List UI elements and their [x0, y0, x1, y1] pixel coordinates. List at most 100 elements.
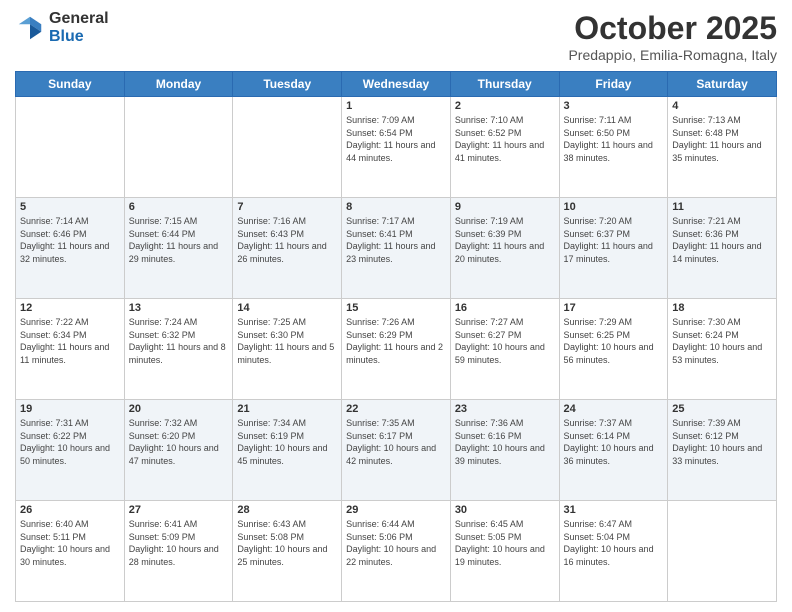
day-info: Sunrise: 6:43 AM Sunset: 5:08 PM Dayligh… — [237, 518, 337, 568]
calendar-cell: 20Sunrise: 7:32 AM Sunset: 6:20 PM Dayli… — [124, 400, 233, 501]
day-info: Sunrise: 7:09 AM Sunset: 6:54 PM Dayligh… — [346, 114, 446, 164]
day-of-week-header: Wednesday — [342, 72, 451, 97]
calendar-cell: 10 Sunrise: 7:20 AM Sunset: 6:37 PM Dayli… — [559, 198, 668, 299]
day-number: 11 — [672, 201, 772, 213]
day-number: 2 — [455, 100, 555, 112]
day-info: Sunrise: 7:10 AM Sunset: 6:52 PM Dayligh… — [455, 114, 555, 164]
day-info: Sunrise: 7:36 AM Sunset: 6:16 PM Dayligh… — [455, 417, 555, 467]
day-number: 21 — [237, 403, 337, 415]
day-number: 16 — [455, 302, 555, 314]
day-number: 7 — [237, 201, 337, 213]
day-info: Sunrise: 7:24 AM Sunset: 6:32 PM Dayligh… — [129, 316, 229, 366]
calendar-cell — [668, 501, 777, 602]
month-title: October 2025 — [568, 10, 777, 47]
day-number: 13 — [129, 302, 229, 314]
location-title: Predappio, Emilia-Romagna, Italy — [568, 47, 777, 63]
day-number: 27 — [129, 504, 229, 516]
day-info: Sunrise: 6:47 AM Sunset: 5:04 PM Dayligh… — [564, 518, 664, 568]
day-info: Sunrise: 6:45 AM Sunset: 5:05 PM Dayligh… — [455, 518, 555, 568]
day-info: Sunrise: 7:30 AM Sunset: 6:24 PM Dayligh… — [672, 316, 772, 366]
day-info: Sunrise: 6:40 AM Sunset: 5:11 PM Dayligh… — [20, 518, 120, 568]
calendar-table: SundayMondayTuesdayWednesdayThursdayFrid… — [15, 71, 777, 602]
day-number: 5 — [20, 201, 120, 213]
day-number: 9 — [455, 201, 555, 213]
calendar-cell — [233, 97, 342, 198]
day-number: 12 — [20, 302, 120, 314]
calendar-cell: 26 Sunrise: 6:40 AM Sunset: 5:11 PM Dayli… — [16, 501, 125, 602]
day-info: Sunrise: 7:27 AM Sunset: 6:27 PM Dayligh… — [455, 316, 555, 366]
calendar-cell: 3Sunrise: 7:11 AM Sunset: 6:50 PM Daylig… — [559, 97, 668, 198]
calendar-week-row: 12 Sunrise: 7:22 AM Sunset: 6:34 PM Dayli… — [16, 299, 777, 400]
day-number: 6 — [129, 201, 229, 213]
calendar-cell: 30 Sunrise: 6:45 AM Sunset: 5:05 PM Dayli… — [450, 501, 559, 602]
day-info: Sunrise: 6:41 AM Sunset: 5:09 PM Dayligh… — [129, 518, 229, 568]
day-number: 29 — [346, 504, 446, 516]
day-info: Sunrise: 7:21 AM Sunset: 6:36 PM Dayligh… — [672, 215, 772, 265]
day-info: Sunrise: 7:13 AM Sunset: 6:48 PM Dayligh… — [672, 114, 772, 164]
calendar-week-row: 1 Sunrise: 7:09 AM Sunset: 6:54 PM Daylig… — [16, 97, 777, 198]
day-number: 15 — [346, 302, 446, 314]
day-number: 24 — [564, 403, 664, 415]
day-info: Sunrise: 7:16 AM Sunset: 6:43 PM Dayligh… — [237, 215, 337, 265]
day-number: 14 — [237, 302, 337, 314]
day-info: Sunrise: 7:37 AM Sunset: 6:14 PM Dayligh… — [564, 417, 664, 467]
day-info: Sunrise: 7:14 AM Sunset: 6:46 PM Dayligh… — [20, 215, 120, 265]
calendar-cell: 27 Sunrise: 6:41 AM Sunset: 5:09 PM Dayli… — [124, 501, 233, 602]
day-number: 19 — [20, 403, 120, 415]
day-info: Sunrise: 7:34 AM Sunset: 6:19 PM Dayligh… — [237, 417, 337, 467]
calendar-cell: 13 Sunrise: 7:24 AM Sunset: 6:32 PM Dayli… — [124, 299, 233, 400]
day-number: 28 — [237, 504, 337, 516]
calendar-cell: 4 Sunrise: 7:13 AM Sunset: 6:48 PM Daylig… — [668, 97, 777, 198]
logo-general-text: General — [49, 10, 109, 28]
day-number: 31 — [564, 504, 664, 516]
calendar-cell: 17Sunrise: 7:29 AM Sunset: 6:25 PM Dayli… — [559, 299, 668, 400]
day-info: Sunrise: 7:22 AM Sunset: 6:34 PM Dayligh… — [20, 316, 120, 366]
calendar-cell: 8 Sunrise: 7:17 AM Sunset: 6:41 PM Daylig… — [342, 198, 451, 299]
day-of-week-header: Friday — [559, 72, 668, 97]
day-number: 30 — [455, 504, 555, 516]
calendar-cell: 19 Sunrise: 7:31 AM Sunset: 6:22 PM Dayli… — [16, 400, 125, 501]
day-info: Sunrise: 7:15 AM Sunset: 6:44 PM Dayligh… — [129, 215, 229, 265]
calendar-cell: 2 Sunrise: 7:10 AM Sunset: 6:52 PM Daylig… — [450, 97, 559, 198]
calendar-cell: 9Sunrise: 7:19 AM Sunset: 6:39 PM Daylig… — [450, 198, 559, 299]
calendar-cell: 7 Sunrise: 7:16 AM Sunset: 6:43 PM Daylig… — [233, 198, 342, 299]
calendar-cell: 12 Sunrise: 7:22 AM Sunset: 6:34 PM Dayli… — [16, 299, 125, 400]
day-of-week-header: Saturday — [668, 72, 777, 97]
day-number: 18 — [672, 302, 772, 314]
logo-blue-text: Blue — [49, 28, 109, 46]
day-number: 23 — [455, 403, 555, 415]
day-info: Sunrise: 7:31 AM Sunset: 6:22 PM Dayligh… — [20, 417, 120, 467]
header: General Blue October 2025 Predappio, Emi… — [15, 10, 777, 63]
day-number: 10 — [564, 201, 664, 213]
day-of-week-header: Monday — [124, 72, 233, 97]
day-number: 4 — [672, 100, 772, 112]
calendar-cell: 15Sunrise: 7:26 AM Sunset: 6:29 PM Dayli… — [342, 299, 451, 400]
calendar-cell: 11 Sunrise: 7:21 AM Sunset: 6:36 PM Dayli… — [668, 198, 777, 299]
title-block: October 2025 Predappio, Emilia-Romagna, … — [568, 10, 777, 63]
day-number: 17 — [564, 302, 664, 314]
day-info: Sunrise: 7:39 AM Sunset: 6:12 PM Dayligh… — [672, 417, 772, 467]
day-info: Sunrise: 7:32 AM Sunset: 6:20 PM Dayligh… — [129, 417, 229, 467]
day-number: 22 — [346, 403, 446, 415]
calendar-week-row: 5 Sunrise: 7:14 AM Sunset: 6:46 PM Daylig… — [16, 198, 777, 299]
logo: General Blue — [15, 10, 109, 45]
calendar-cell: 16 Sunrise: 7:27 AM Sunset: 6:27 PM Dayli… — [450, 299, 559, 400]
day-info: Sunrise: 7:25 AM Sunset: 6:30 PM Dayligh… — [237, 316, 337, 366]
day-info: Sunrise: 7:17 AM Sunset: 6:41 PM Dayligh… — [346, 215, 446, 265]
day-info: Sunrise: 7:11 AM Sunset: 6:50 PM Dayligh… — [564, 114, 664, 164]
day-number: 1 — [346, 100, 446, 112]
day-number: 8 — [346, 201, 446, 213]
calendar-cell: 31 Sunrise: 6:47 AM Sunset: 5:04 PM Dayli… — [559, 501, 668, 602]
calendar-cell: 5 Sunrise: 7:14 AM Sunset: 6:46 PM Daylig… — [16, 198, 125, 299]
calendar-cell: 24 Sunrise: 7:37 AM Sunset: 6:14 PM Dayli… — [559, 400, 668, 501]
day-info: Sunrise: 7:35 AM Sunset: 6:17 PM Dayligh… — [346, 417, 446, 467]
day-info: Sunrise: 7:20 AM Sunset: 6:37 PM Dayligh… — [564, 215, 664, 265]
calendar-cell — [124, 97, 233, 198]
day-number: 25 — [672, 403, 772, 415]
day-info: Sunrise: 6:44 AM Sunset: 5:06 PM Dayligh… — [346, 518, 446, 568]
day-number: 26 — [20, 504, 120, 516]
calendar-cell: 23 Sunrise: 7:36 AM Sunset: 6:16 PM Dayli… — [450, 400, 559, 501]
calendar-cell: 22 Sunrise: 7:35 AM Sunset: 6:17 PM Dayli… — [342, 400, 451, 501]
calendar-cell: 6 Sunrise: 7:15 AM Sunset: 6:44 PM Daylig… — [124, 198, 233, 299]
page: General Blue October 2025 Predappio, Emi… — [0, 0, 792, 612]
